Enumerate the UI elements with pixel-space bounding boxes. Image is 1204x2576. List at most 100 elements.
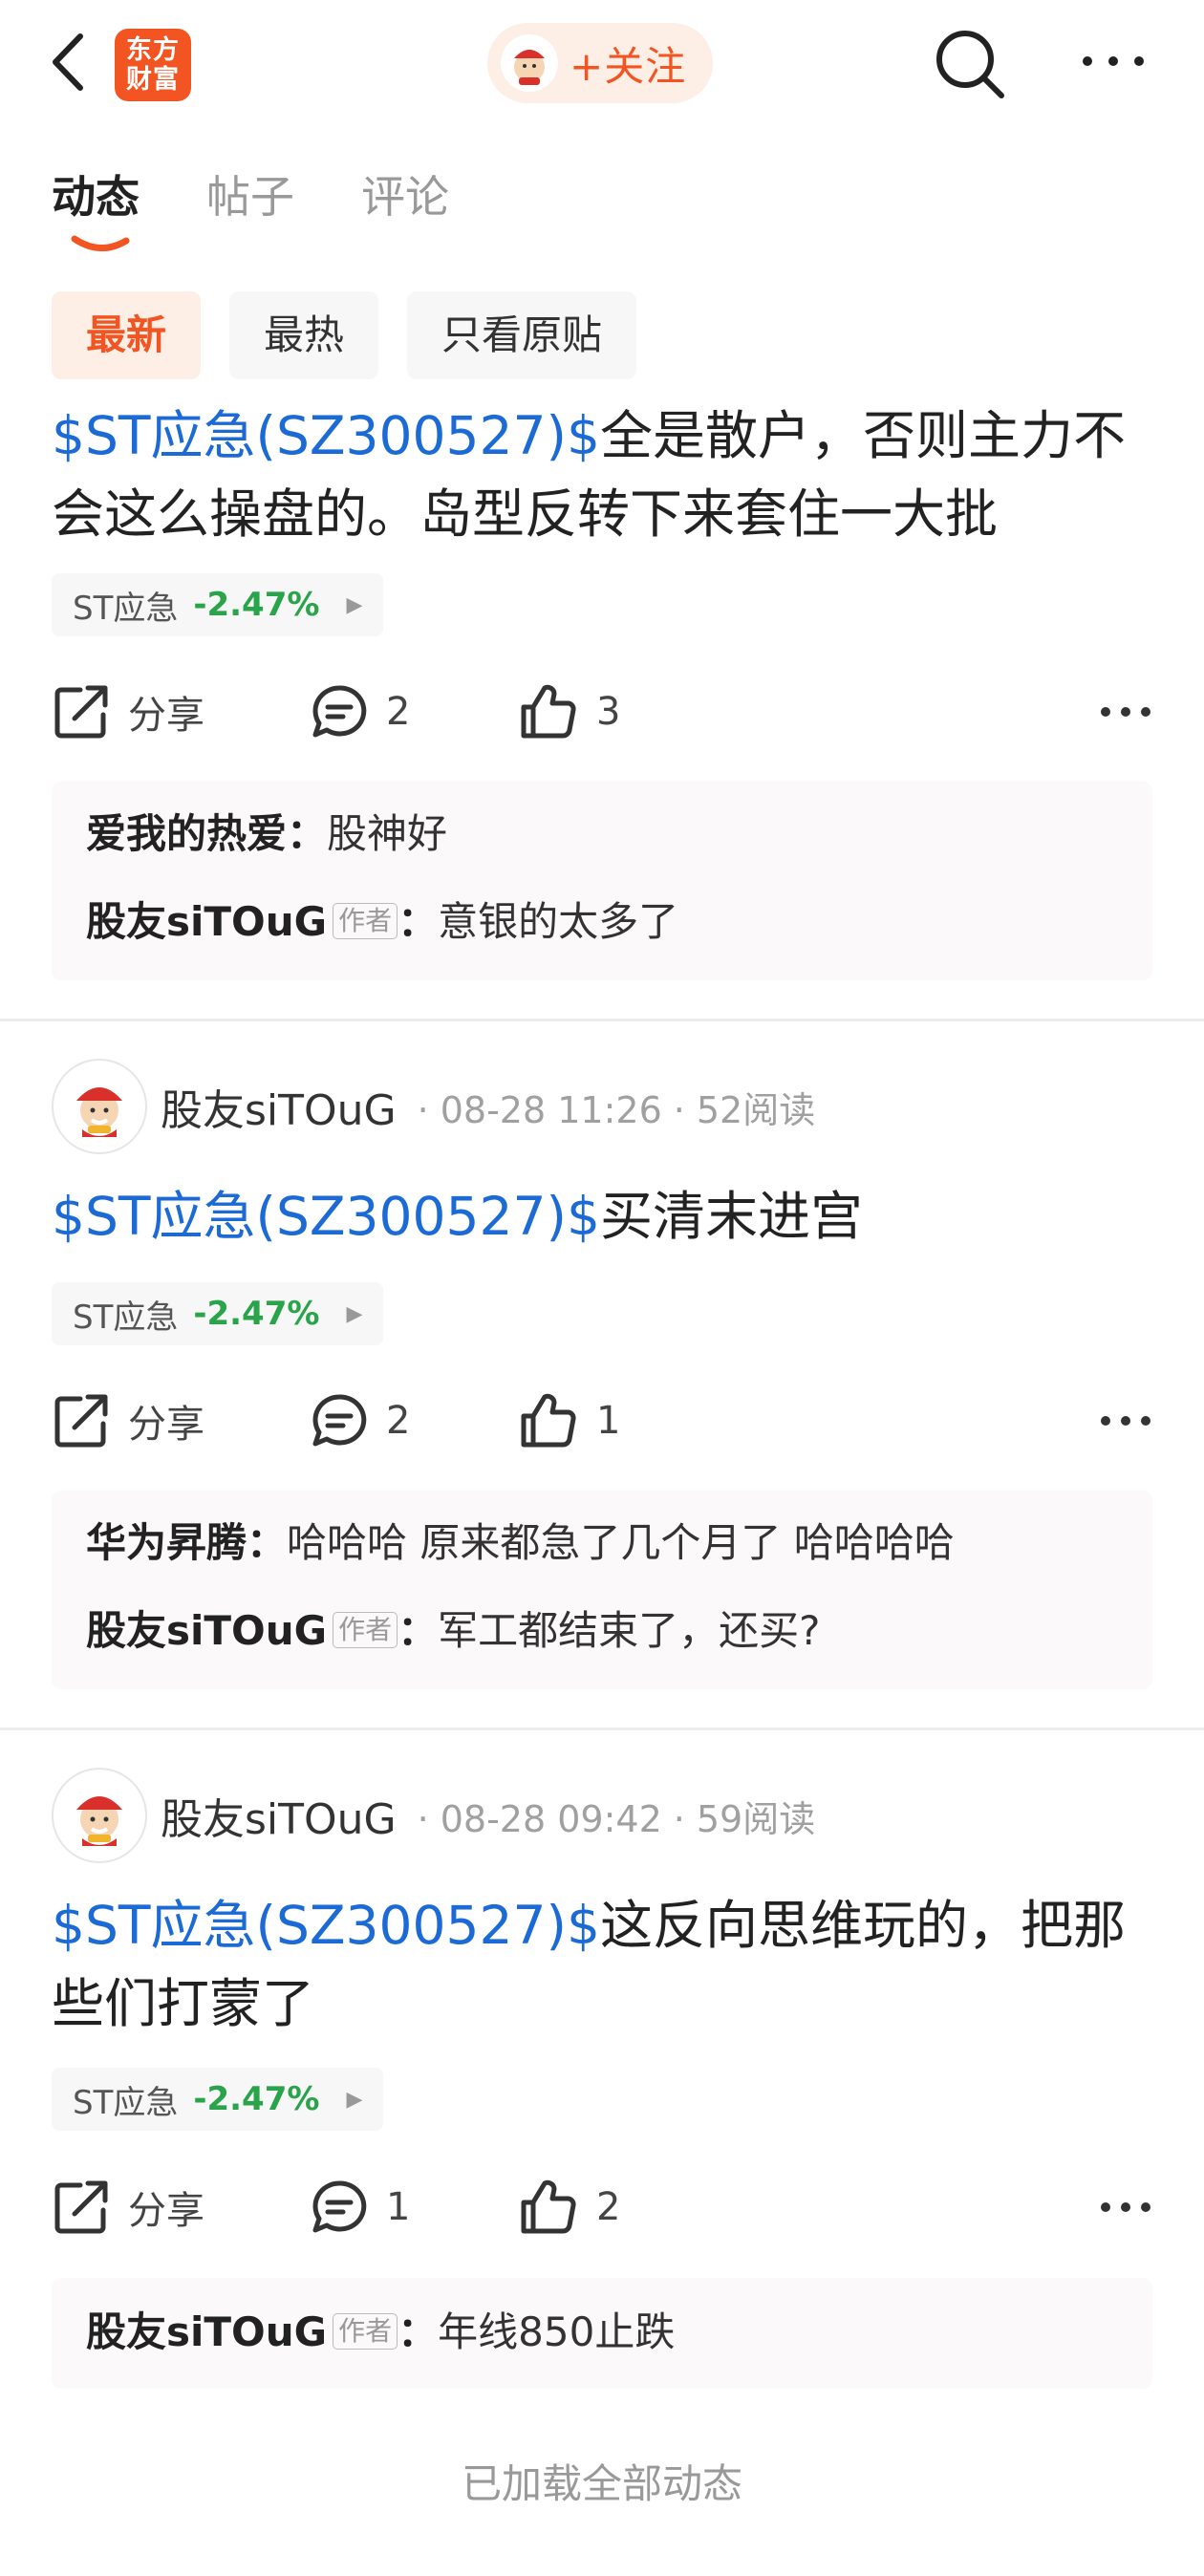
filter-original-only[interactable]: 只看原贴 (407, 291, 637, 379)
avatar[interactable] (52, 1059, 147, 1154)
post-divider (0, 1728, 1204, 1730)
comment-icon (312, 685, 367, 738)
post-body-text: 买清末进宫 (599, 1186, 863, 1247)
post-content[interactable]: $ST应急(SZ300527)$这反向思维玩的，把那些们打蒙了 (52, 1886, 1150, 2043)
comment-user[interactable]: 爱我的热爱 (86, 810, 287, 857)
stock-tag[interactable]: ST应急 -2.47% ▶ (52, 573, 384, 636)
tab-label: 评论 (361, 171, 449, 223)
comment-separator: ： (287, 810, 328, 857)
comment-button[interactable]: 2 (310, 1383, 410, 1459)
follow-button[interactable]: +关注 (487, 23, 713, 103)
search-icon[interactable] (933, 27, 1007, 101)
play-triangle-icon: ▶ (346, 2087, 363, 2112)
share-button[interactable]: 分享 (52, 1383, 204, 1459)
comment-text: 意银的太多了 (438, 898, 679, 945)
share-button[interactable]: 分享 (52, 2169, 204, 2245)
post-content[interactable]: $ST应急(SZ300527)$全是散户，否则主力不会这么操盘的。岛型反转下来套… (52, 397, 1150, 553)
filter-hottest[interactable]: 最热 (229, 291, 379, 379)
logo-text-line1: 东方 (126, 35, 180, 65)
comment-preview[interactable]: 华为昇腾：哈哈哈 原来都急了几个月了 哈哈哈哈 股友siTOuG 作者 ：军工都结束… (52, 1491, 1152, 1689)
like-count: 2 (596, 2185, 621, 2229)
all-loaded-label: 已加载全部动态 (461, 2460, 742, 2507)
comment-count: 1 (386, 2185, 411, 2229)
stock-tag-name: ST应急 (73, 2083, 179, 2122)
post-time: 08-28 09:42 (440, 1797, 662, 1840)
thumbs-up-icon (521, 2179, 576, 2234)
comment-user[interactable]: 股友siTOuG (86, 1607, 327, 1654)
tab-bar: 动态 帖子 评论 (52, 162, 516, 258)
more-icon (1101, 2202, 1150, 2212)
post-header: 股友siTOuG · 08-28 11:26 · 52阅读 (52, 1059, 815, 1154)
comment-text: 军工都结束了，还买? (438, 1607, 821, 1654)
comment-user[interactable]: 华为昇腾 (86, 1519, 247, 1566)
like-count: 1 (596, 1399, 621, 1443)
avatar-icon (76, 1796, 122, 1846)
tab-posts[interactable]: 帖子 (206, 162, 294, 239)
post-more-button[interactable] (1099, 2169, 1152, 2245)
avatar-icon (76, 1087, 122, 1137)
post-more-button[interactable] (1099, 674, 1152, 750)
stock-link[interactable]: $ST应急(SZ300527)$ (52, 1895, 600, 1956)
share-label: 分享 (128, 694, 204, 738)
post-more-button[interactable] (1099, 1383, 1152, 1459)
stock-link[interactable]: $ST应急(SZ300527)$ (52, 405, 600, 466)
post-actions: 分享 1 2 (52, 2169, 1152, 2245)
more-icon (1101, 707, 1150, 717)
more-icon[interactable] (1080, 50, 1147, 73)
like-button[interactable]: 2 (518, 2169, 620, 2245)
read-count: 59阅读 (696, 1797, 816, 1840)
comment-user[interactable]: 股友siTOuG (86, 898, 327, 945)
comment-user[interactable]: 股友siTOuG (86, 2308, 327, 2355)
comment-item: 股友siTOuG 作者 ：年线850止跌 (52, 2301, 1152, 2364)
stock-link[interactable]: $ST应急(SZ300527)$ (52, 1186, 600, 1247)
play-triangle-icon: ▶ (346, 1301, 363, 1326)
tab-active-indicator (71, 235, 130, 251)
share-icon (54, 685, 108, 739)
stock-tag-change: -2.47% (193, 586, 320, 624)
stock-tag-name: ST应急 (73, 1298, 179, 1337)
author-name[interactable]: 股友siTOuG (161, 1076, 397, 1137)
tab-label: 动态 (52, 171, 140, 223)
tab-label: 帖子 (206, 171, 294, 223)
comment-item: 股友siTOuG 作者 ：意银的太多了 (52, 891, 1152, 954)
stock-tag[interactable]: ST应急 -2.47% ▶ (52, 2068, 384, 2131)
follow-avatar-icon (501, 34, 558, 92)
comment-preview[interactable]: 爱我的热爱：股神好 股友siTOuG 作者 ：意银的太多了 (52, 782, 1152, 980)
back-arrow-icon[interactable] (46, 29, 94, 96)
post-divider (0, 1019, 1204, 1021)
comment-button[interactable]: 1 (310, 2169, 410, 2245)
comment-item: 股友siTOuG 作者 ：军工都结束了，还买? (52, 1599, 1152, 1663)
comment-button[interactable]: 2 (310, 674, 410, 750)
stock-tag-change: -2.47% (193, 2080, 320, 2118)
comment-text: 股神好 (327, 810, 448, 857)
play-triangle-icon: ▶ (346, 592, 363, 617)
comment-icon (312, 1394, 367, 1447)
post-content[interactable]: $ST应急(SZ300527)$买清末进宫 (52, 1177, 1150, 1256)
comment-preview[interactable]: 股友siTOuG 作者 ：年线850止跌 (52, 2278, 1152, 2389)
share-button[interactable]: 分享 (52, 674, 204, 750)
app-logo: 东方 财富 (115, 29, 191, 101)
avatar[interactable] (52, 1768, 147, 1863)
comment-icon (312, 2180, 367, 2233)
like-count: 3 (596, 690, 621, 734)
tab-comments[interactable]: 评论 (361, 162, 449, 239)
follow-label: +关注 (570, 42, 687, 90)
filter-latest[interactable]: 最新 (52, 291, 202, 379)
post-actions: 分享 2 1 (52, 1383, 1152, 1459)
stock-tag[interactable]: ST应急 -2.47% ▶ (52, 1282, 384, 1345)
post-time: 08-28 11:26 (440, 1088, 662, 1131)
like-button[interactable]: 1 (518, 1383, 620, 1459)
comment-separator: ： (398, 1607, 439, 1654)
share-icon (54, 1394, 108, 1448)
share-label: 分享 (128, 1403, 204, 1447)
comment-separator: ： (398, 2308, 439, 2355)
author-name[interactable]: 股友siTOuG (161, 1785, 397, 1846)
comment-separator: ： (247, 1519, 288, 1566)
comment-count: 2 (386, 1399, 411, 1443)
stock-tag-name: ST应急 (73, 589, 179, 628)
tab-dynamics[interactable]: 动态 (52, 162, 140, 251)
like-button[interactable]: 3 (518, 674, 620, 750)
post-header: 股友siTOuG · 08-28 09:42 · 59阅读 (52, 1768, 815, 1863)
more-icon (1101, 1416, 1150, 1426)
post-actions: 分享 2 3 (52, 674, 1152, 750)
